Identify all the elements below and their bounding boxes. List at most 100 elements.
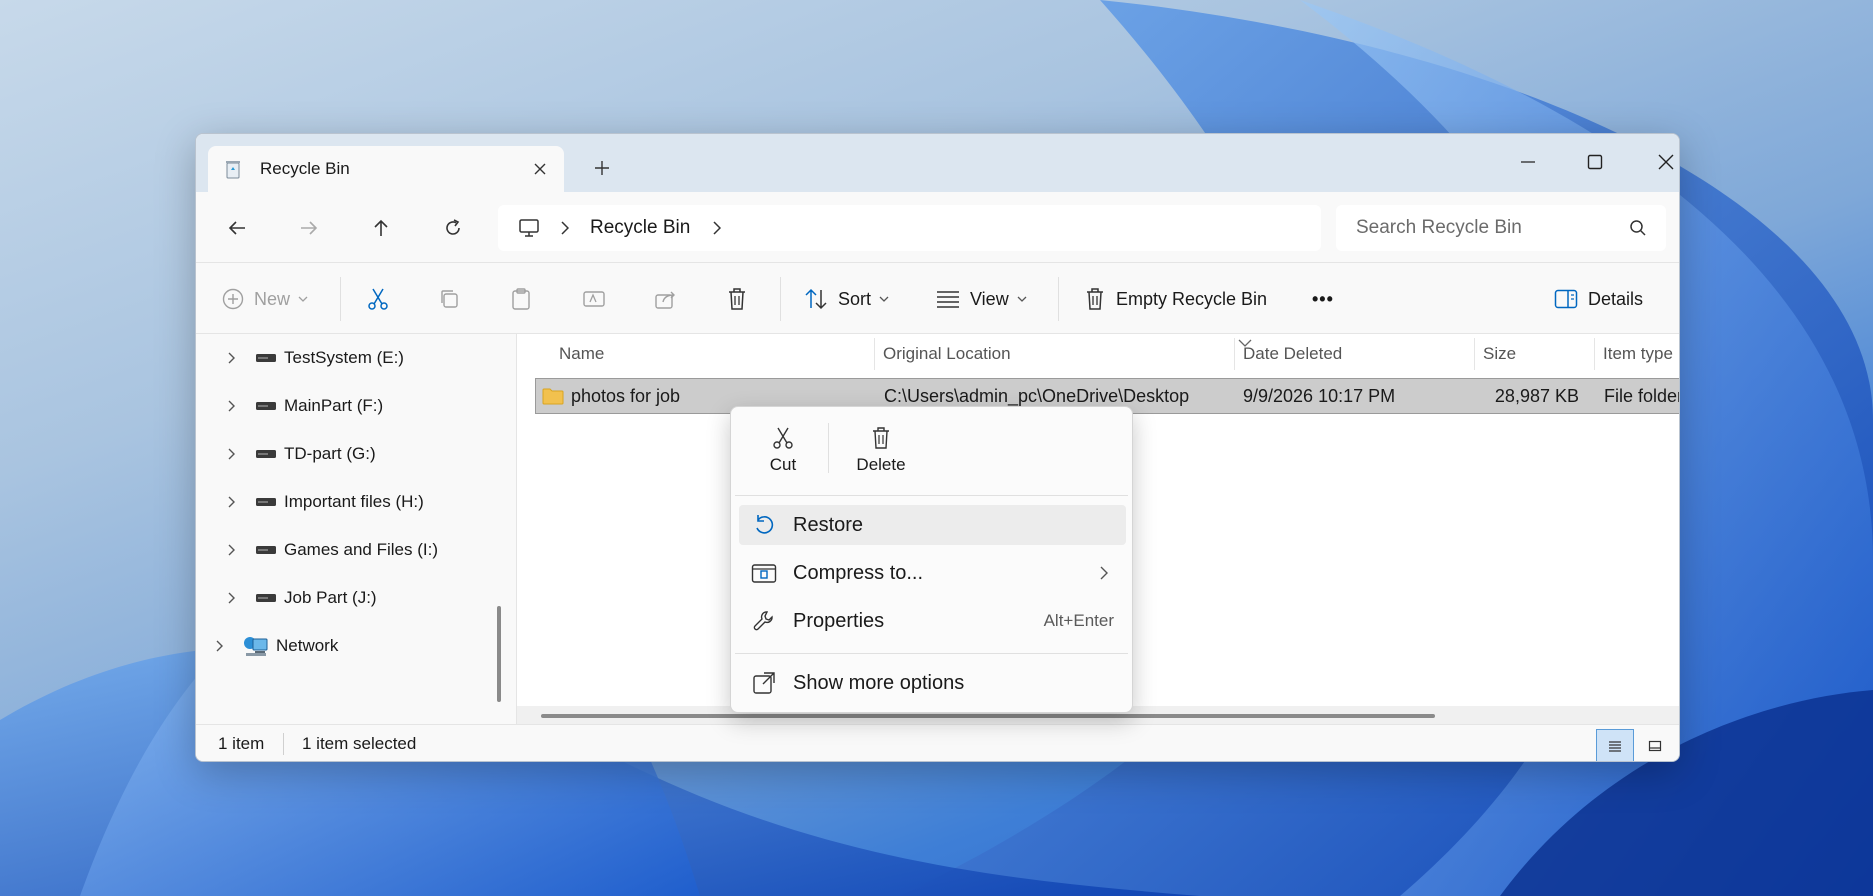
trash-icon [870,421,892,455]
ctx-restore-label: Restore [793,513,864,536]
command-bar: New Sort View Empty Recycle Bin ••• Deta… [196,262,1679,334]
scissors-icon [368,288,388,310]
new-tab-button[interactable] [588,154,616,182]
trash-icon [729,288,745,310]
empty-recycle-bin-label: Empty Recycle Bin [1116,288,1268,309]
search-icon[interactable] [1628,218,1648,238]
details-pane-button[interactable]: Details [1554,281,1643,317]
sidebar-item-td-part[interactable]: TD-part (G:) [222,434,376,474]
column-header-name[interactable]: Name [559,334,604,374]
ctx-cut-label: Cut [769,455,797,474]
column-header-size[interactable]: Size [1483,334,1516,374]
ctx-properties[interactable]: Properties Alt+Enter [739,601,1126,641]
navigation-bar: Recycle Bin Search Recycle Bin [196,192,1679,262]
sidebar-item-network[interactable]: Network [210,626,338,666]
clipboard-icon [512,288,530,310]
sidebar-item-label: Important files (H:) [284,492,424,511]
sort-button[interactable]: Sort [804,281,889,317]
copy-button[interactable] [438,281,460,317]
this-pc-icon[interactable] [516,215,542,241]
breadcrumb-chevron-icon[interactable] [558,221,572,235]
address-bar[interactable]: Recycle Bin [498,205,1321,251]
sort-label: Sort [838,288,872,309]
sidebar-scrollbar[interactable] [497,606,501,702]
close-tab-icon[interactable] [528,157,552,181]
drive-icon [254,540,278,560]
ctx-delete-label: Delete [856,455,906,474]
details-pane-icon [1554,289,1578,309]
forward-arrow-icon[interactable] [292,211,326,245]
delete-button[interactable] [726,281,748,317]
chevron-right-icon[interactable] [222,496,242,508]
more-options-button[interactable]: ••• [1312,281,1334,317]
empty-recycle-bin-button[interactable]: Empty Recycle Bin [1084,281,1267,317]
chevron-right-icon[interactable] [222,592,242,604]
ctx-delete-button[interactable]: Delete [841,421,921,491]
details-label: Details [1588,288,1644,309]
horizontal-scrollbar-thumb[interactable] [541,714,1435,718]
row-item-type: File folder [1604,385,1680,406]
search-input[interactable]: Search Recycle Bin [1356,217,1628,239]
sidebar-item-label: TestSystem (E:) [284,348,404,367]
breadcrumb-chevron-icon[interactable] [710,221,724,235]
column-header-item-type[interactable]: Item type [1603,334,1679,374]
column-header-date-deleted[interactable]: Date Deleted [1243,334,1342,374]
recycle-bin-icon [222,158,244,180]
minimize-icon[interactable] [1508,146,1548,178]
new-button[interactable]: New [222,281,308,317]
search-box[interactable]: Search Recycle Bin [1336,205,1666,251]
share-button[interactable] [654,281,678,317]
ctx-compress-label: Compress to... [793,561,924,584]
chevron-right-icon[interactable] [210,640,230,652]
compress-archive-icon [749,562,779,584]
view-list-icon [937,291,959,308]
chevron-right-icon[interactable] [222,400,242,412]
sidebar-item-games-and-files[interactable]: Games and Files (I:) [222,530,438,570]
sidebar-item-mainpart[interactable]: MainPart (F:) [222,386,383,426]
chevron-down-icon [879,296,889,302]
drive-icon [254,348,278,368]
scissors-icon [771,421,795,455]
column-header-original-location[interactable]: Original Location [883,334,1011,374]
drive-icon [254,588,278,608]
drive-icon [254,444,278,464]
title-bar: Recycle Bin [196,134,1679,192]
close-icon[interactable] [1646,146,1679,178]
column-divider[interactable] [1594,338,1595,370]
refresh-icon[interactable] [436,211,470,245]
breadcrumb-recycle-bin[interactable]: Recycle Bin [590,217,690,239]
folder-icon [542,379,564,413]
copy-icon [441,290,458,308]
chevron-right-icon[interactable] [222,352,242,364]
share-icon [655,291,675,309]
status-divider [283,733,284,755]
chevron-right-icon[interactable] [222,544,242,556]
ctx-restore[interactable]: Restore [739,505,1126,545]
trash-icon [1087,288,1103,310]
maximize-icon[interactable] [1575,146,1615,178]
column-divider[interactable] [874,338,875,370]
back-arrow-icon[interactable] [220,211,254,245]
column-divider[interactable] [1234,338,1235,370]
item-count: 1 item [218,734,265,753]
tab-recycle-bin[interactable]: Recycle Bin [208,146,564,192]
sidebar-item-job-part[interactable]: Job Part (J:) [222,578,377,618]
chevron-down-icon [1017,296,1027,302]
rename-button[interactable] [582,281,606,317]
tiles-view-icon[interactable] [1636,729,1674,761]
cut-button[interactable] [366,281,390,317]
rename-icon [583,291,605,307]
ctx-cut-button[interactable]: Cut [753,421,813,491]
details-view-icon[interactable] [1596,729,1634,761]
sidebar-item-testsystem[interactable]: TestSystem (E:) [222,338,404,378]
column-divider[interactable] [1474,338,1475,370]
ctx-properties-label: Properties [793,609,885,632]
sidebar-item-important-files[interactable]: Important files (H:) [222,482,424,522]
drive-icon [254,492,278,512]
chevron-right-icon[interactable] [222,448,242,460]
up-arrow-icon[interactable] [364,211,398,245]
ctx-compress[interactable]: Compress to... [739,553,1126,593]
paste-button[interactable] [510,281,532,317]
view-button[interactable]: View [936,281,1027,317]
ctx-show-more-options[interactable]: Show more options [739,663,1126,703]
